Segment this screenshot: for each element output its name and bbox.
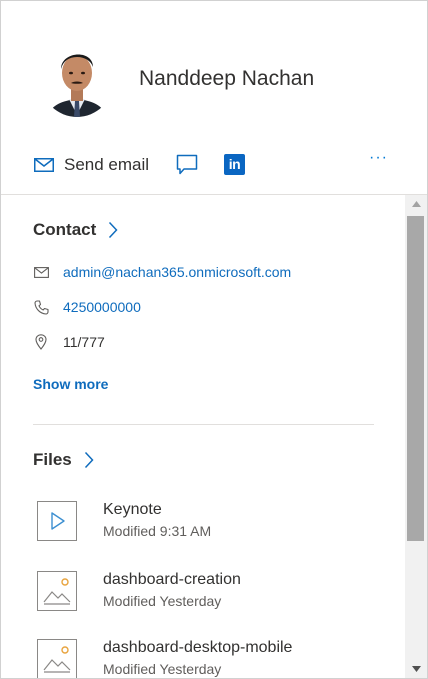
contact-location-row: 11/777 — [33, 332, 105, 352]
vertical-scrollbar[interactable] — [405, 195, 427, 678]
send-email-button[interactable]: Send email — [34, 151, 149, 179]
file-item-dashboard-creation[interactable]: dashboard-creation Modified Yesterday — [37, 571, 377, 615]
file-modified: Modified Yesterday — [103, 593, 222, 609]
files-section-title: Files — [33, 450, 72, 469]
contact-phone-link[interactable]: 4250000000 — [63, 299, 141, 315]
linkedin-button[interactable]: in — [224, 154, 245, 175]
avatar — [41, 45, 113, 117]
chevron-right-icon — [109, 221, 118, 239]
scroll-down-button[interactable] — [405, 660, 427, 678]
chat-icon — [176, 154, 198, 175]
linkedin-icon: in — [228, 156, 241, 172]
files-section-header[interactable]: Files — [33, 450, 94, 470]
caret-up-icon — [411, 201, 421, 207]
mail-icon — [34, 158, 54, 172]
more-options-button[interactable]: ··· — [369, 149, 388, 167]
file-modified: Modified 9:31 AM — [103, 523, 212, 539]
image-file-icon — [37, 571, 77, 611]
file-modified: Modified Yesterday — [103, 661, 222, 677]
profile-header: Nanddeep Nachan Send email in ··· — [1, 1, 427, 195]
file-item-dashboard-desktop-mobile[interactable]: dashboard-desktop-mobile Modified Yester… — [37, 639, 377, 678]
chevron-right-icon — [84, 451, 94, 469]
send-email-label: Send email — [64, 155, 150, 174]
file-name: dashboard-desktop-mobile — [103, 639, 293, 656]
contact-location-value: 11/777 — [63, 334, 105, 350]
chat-button[interactable] — [176, 154, 198, 181]
contact-section-header[interactable]: Contact — [33, 220, 118, 240]
scroll-up-button[interactable] — [405, 195, 427, 213]
show-more-link[interactable]: Show more — [33, 376, 108, 392]
image-file-icon — [37, 639, 77, 678]
section-divider — [33, 424, 374, 425]
file-name: dashboard-creation — [103, 571, 241, 588]
file-item-keynote[interactable]: Keynote Modified 9:31 AM — [37, 501, 377, 545]
mail-icon — [33, 264, 49, 280]
profile-card: Nanddeep Nachan Send email in ··· Contac… — [0, 0, 428, 679]
person-name: Nanddeep Nachan — [139, 67, 315, 90]
contact-email-link[interactable]: admin@nachan365.onmicrosoft.com — [63, 264, 291, 280]
contact-section-title: Contact — [33, 220, 97, 239]
caret-down-icon — [411, 666, 421, 672]
content-scroll-area[interactable]: Contact admin@nachan365.onmicrosoft.com … — [1, 195, 405, 678]
location-pin-icon — [33, 334, 49, 350]
contact-email-row: admin@nachan365.onmicrosoft.com — [33, 262, 291, 282]
file-name: Keynote — [103, 501, 162, 518]
action-bar: Send email in ··· — [1, 147, 427, 183]
phone-icon — [33, 299, 49, 315]
scrollbar-thumb[interactable] — [407, 216, 424, 541]
ellipsis-icon: ··· — [369, 149, 388, 166]
contact-phone-row: 4250000000 — [33, 297, 141, 317]
video-file-icon — [37, 501, 77, 541]
